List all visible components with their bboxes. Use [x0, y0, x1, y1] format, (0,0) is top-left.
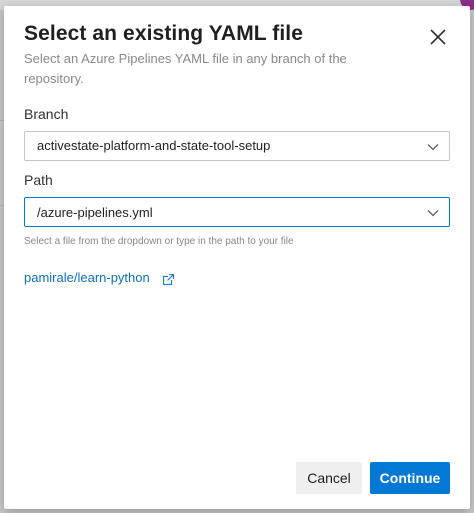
- continue-button[interactable]: Continue: [370, 462, 450, 494]
- select-yaml-dialog: Select an existing YAML file Select an A…: [4, 6, 470, 509]
- path-helper-text: Select a file from the dropdown or type …: [24, 236, 294, 247]
- close-icon: [430, 29, 446, 45]
- path-label: Path: [24, 172, 53, 188]
- branch-dropdown[interactable]: activestate-platform-and-state-tool-setu…: [24, 131, 450, 161]
- external-link-icon[interactable]: [163, 274, 174, 285]
- branch-label: Branch: [24, 106, 69, 122]
- path-combobox[interactable]: [24, 197, 450, 227]
- close-button[interactable]: [427, 26, 449, 48]
- chevron-down-icon: [427, 144, 439, 151]
- dialog-subtitle: Select an Azure Pipelines YAML file in a…: [24, 51, 347, 86]
- branch-value: activestate-platform-and-state-tool-setu…: [37, 138, 271, 153]
- repository-link[interactable]: pamirale/learn-python: [24, 270, 150, 285]
- chevron-down-icon[interactable]: [426, 206, 440, 220]
- cancel-button[interactable]: Cancel: [296, 462, 362, 494]
- path-input[interactable]: [25, 198, 415, 226]
- dialog-title: Select an existing YAML file: [24, 22, 304, 45]
